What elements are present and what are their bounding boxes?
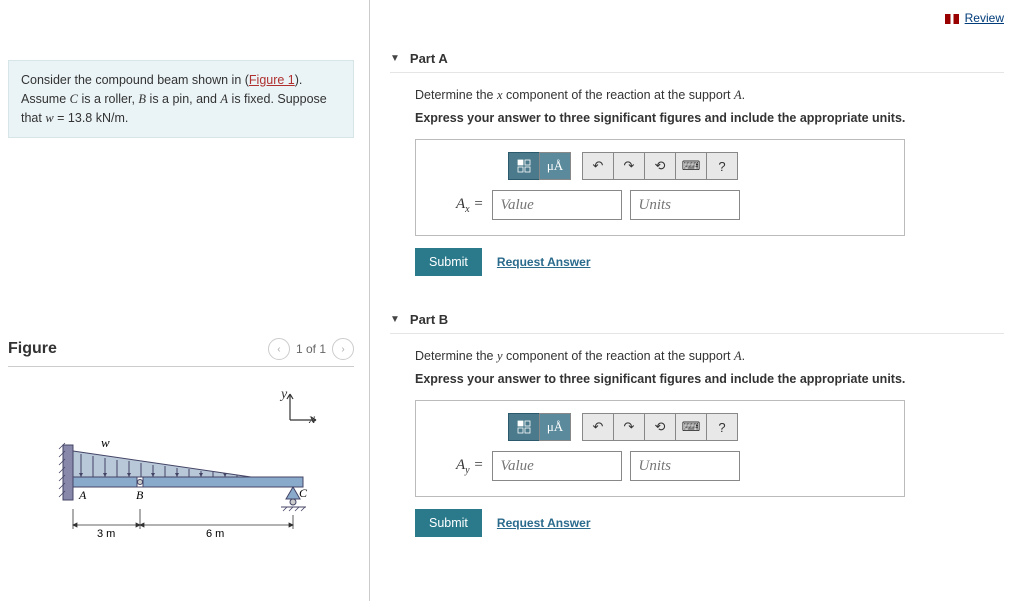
beam-diagram: w A B C 3 m 6 m [41,437,331,557]
submit-button-a[interactable]: Submit [415,248,482,276]
submit-button-b[interactable]: Submit [415,509,482,537]
reset-icon[interactable]: ⟲ [644,413,676,441]
value-input-a[interactable] [492,190,622,220]
var-label-ay: Ay = [456,457,484,476]
part-b: ▼ Part B Determine the y component of th… [390,306,1004,537]
part-b-body: Determine the y component of the reactio… [390,349,1004,537]
units-input-b[interactable] [630,451,740,481]
next-figure-button[interactable]: › [332,338,354,360]
figure-link[interactable]: Figure 1 [249,73,295,87]
problem-text-1: Consider the compound beam shown in ( [21,73,249,87]
part-a-instruct: Express your answer to three significant… [415,111,1004,125]
problem-statement: Consider the compound beam shown in (Fig… [8,60,354,138]
keyboard-icon[interactable]: ⌨ [675,413,707,441]
A-label: A [78,488,87,502]
review-link-row: Review [390,10,1004,25]
template-icon[interactable] [508,152,540,180]
undo-icon[interactable]: ↶ [582,413,614,441]
figure-title: Figure [8,340,57,358]
part-b-answer-box: μÅ ↶ ↷ ⟲ ⌨ ? Ay = [415,400,905,497]
left-column: Consider the compound beam shown in (Fig… [0,0,370,601]
part-b-actions: Submit Request Answer [415,509,1004,537]
chevron-down-icon: ▼ [390,314,400,325]
units-input-a[interactable] [630,190,740,220]
part-b-instruct: Express your answer to three significant… [415,372,1004,386]
keyboard-icon[interactable]: ⌨ [675,152,707,180]
value-input-b[interactable] [492,451,622,481]
var-label-ax: Ax = [456,196,484,215]
units-icon[interactable]: μÅ [539,413,571,441]
part-a-toolbar: μÅ ↶ ↷ ⟲ ⌨ ? [509,152,884,180]
chevron-down-icon: ▼ [390,53,400,64]
right-column: Review ▼ Part A Determine the x componen… [370,0,1024,601]
B-label: B [136,488,144,502]
prev-figure-button[interactable]: ‹ [268,338,290,360]
part-a-answer-box: μÅ ↶ ↷ ⟲ ⌨ ? Ax = [415,139,905,236]
request-answer-a[interactable]: Request Answer [497,255,591,269]
figure-nav: ‹ 1 of 1 › [268,338,354,360]
reset-icon[interactable]: ⟲ [644,152,676,180]
part-a-actions: Submit Request Answer [415,248,1004,276]
problem-text-1b: ). [295,73,303,87]
figure-section: Figure ‹ 1 of 1 › y x [8,338,354,557]
figure-counter: 1 of 1 [296,342,326,356]
help-icon[interactable]: ? [706,152,738,180]
dim-3m: 3 m [97,528,115,540]
request-answer-b[interactable]: Request Answer [497,516,591,530]
redo-icon[interactable]: ↷ [613,152,645,180]
w-label: w [101,437,110,450]
part-a-input-row: Ax = [456,190,884,220]
part-b-prompt: Determine the y component of the reactio… [415,349,1004,364]
part-b-toolbar: μÅ ↶ ↷ ⟲ ⌨ ? [509,413,884,441]
dim-6m: 6 m [206,528,224,540]
part-a: ▼ Part A Determine the x component of th… [390,45,1004,276]
problem-text-2: Assume C is a roller, B is a pin, and A … [21,92,327,125]
undo-icon[interactable]: ↶ [582,152,614,180]
part-b-title: Part B [410,312,448,327]
part-a-prompt: Determine the x component of the reactio… [415,88,1004,103]
figure-header: Figure ‹ 1 of 1 › [8,338,354,367]
review-link[interactable]: Review [965,11,1004,25]
template-icon[interactable] [508,413,540,441]
part-a-body: Determine the x component of the reactio… [390,88,1004,276]
help-icon[interactable]: ? [706,413,738,441]
redo-icon[interactable]: ↷ [613,413,645,441]
units-icon[interactable]: μÅ [539,152,571,180]
part-b-input-row: Ay = [456,451,884,481]
C-label: C [299,486,308,500]
part-a-title: Part A [410,51,448,66]
part-b-header[interactable]: ▼ Part B [390,306,1004,334]
figure-image: y x [41,387,321,557]
part-a-header[interactable]: ▼ Part A [390,45,1004,73]
